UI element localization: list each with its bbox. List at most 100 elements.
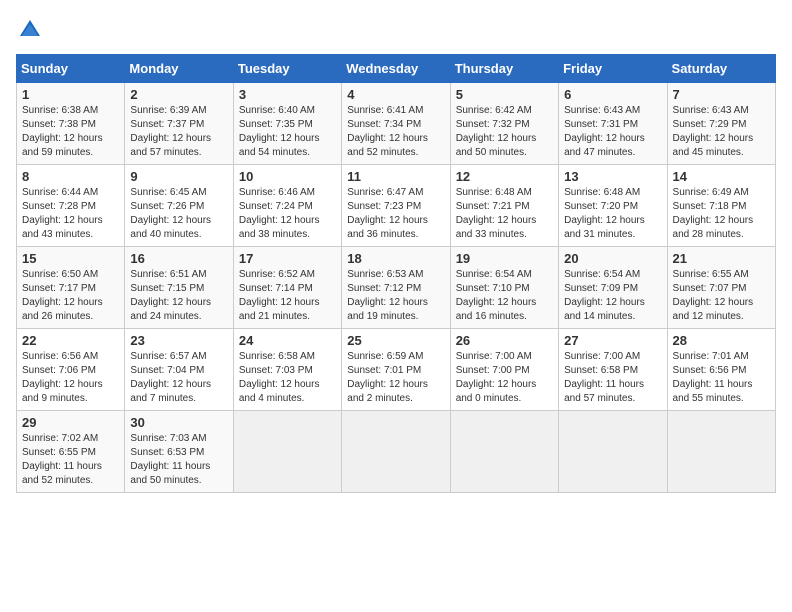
day-number: 12 — [456, 169, 553, 184]
day-number: 7 — [673, 87, 770, 102]
calendar-table: SundayMondayTuesdayWednesdayThursdayFrid… — [16, 54, 776, 493]
day-detail: Sunrise: 6:41 AMSunset: 7:34 PMDaylight:… — [347, 104, 444, 160]
day-detail: Sunrise: 6:55 AMSunset: 7:07 PMDaylight:… — [673, 268, 770, 324]
calendar-cell: 20 Sunrise: 6:54 AMSunset: 7:09 PMDayligh… — [559, 247, 667, 329]
header-day-tuesday: Tuesday — [233, 55, 341, 83]
day-number: 9 — [130, 169, 227, 184]
calendar-cell: 3 Sunrise: 6:40 AMSunset: 7:35 PMDaylight… — [233, 83, 341, 165]
day-number: 5 — [456, 87, 553, 102]
calendar-cell: 8Sunrise: 6:44 AMSunset: 7:28 PMDaylight… — [17, 165, 125, 247]
header-day-wednesday: Wednesday — [342, 55, 450, 83]
day-detail: Sunrise: 6:45 AMSunset: 7:26 PMDaylight:… — [130, 186, 227, 242]
page-header — [16, 16, 776, 44]
day-number: 20 — [564, 251, 661, 266]
day-detail: Sunrise: 7:01 AMSunset: 6:56 PMDaylight:… — [673, 350, 770, 406]
day-detail: Sunrise: 6:47 AMSunset: 7:23 PMDaylight:… — [347, 186, 444, 242]
calendar-cell: 1 Sunrise: 6:38 AMSunset: 7:38 PMDaylight… — [17, 83, 125, 165]
calendar-cell: 23Sunrise: 6:57 AMSunset: 7:04 PMDayligh… — [125, 329, 233, 411]
day-detail: Sunrise: 6:40 AMSunset: 7:35 PMDaylight:… — [239, 104, 336, 160]
calendar-cell: 25 Sunrise: 6:59 AMSunset: 7:01 PMDayligh… — [342, 329, 450, 411]
day-detail: Sunrise: 6:59 AMSunset: 7:01 PMDaylight:… — [347, 350, 444, 406]
day-number: 17 — [239, 251, 336, 266]
calendar-cell: 12 Sunrise: 6:48 AMSunset: 7:21 PMDayligh… — [450, 165, 558, 247]
calendar-cell: 16 Sunrise: 6:51 AMSunset: 7:15 PMDayligh… — [125, 247, 233, 329]
day-number: 27 — [564, 333, 661, 348]
day-number: 24 — [239, 333, 336, 348]
day-detail: Sunrise: 7:03 AMSunset: 6:53 PMDaylight:… — [130, 432, 227, 488]
day-detail: Sunrise: 6:43 AMSunset: 7:31 PMDaylight:… — [564, 104, 661, 160]
calendar-cell: 7 Sunrise: 6:43 AMSunset: 7:29 PMDaylight… — [667, 83, 775, 165]
calendar-cell: 13Sunrise: 6:48 AMSunset: 7:20 PMDayligh… — [559, 165, 667, 247]
calendar-cell — [450, 411, 558, 493]
day-number: 10 — [239, 169, 336, 184]
header-day-saturday: Saturday — [667, 55, 775, 83]
calendar-cell: 4 Sunrise: 6:41 AMSunset: 7:34 PMDaylight… — [342, 83, 450, 165]
day-number: 30 — [130, 415, 227, 430]
calendar-cell — [342, 411, 450, 493]
calendar-cell: 26 Sunrise: 7:00 AMSunset: 7:00 PMDayligh… — [450, 329, 558, 411]
day-number: 4 — [347, 87, 444, 102]
day-detail: Sunrise: 6:57 AMSunset: 7:04 PMDaylight:… — [130, 350, 227, 406]
week-row-2: 8Sunrise: 6:44 AMSunset: 7:28 PMDaylight… — [17, 165, 776, 247]
logo — [16, 16, 48, 44]
day-detail: Sunrise: 6:54 AMSunset: 7:09 PMDaylight:… — [564, 268, 661, 324]
day-detail: Sunrise: 6:43 AMSunset: 7:29 PMDaylight:… — [673, 104, 770, 160]
header-day-sunday: Sunday — [17, 55, 125, 83]
calendar-cell: 27 Sunrise: 7:00 AMSunset: 6:58 PMDayligh… — [559, 329, 667, 411]
calendar-cell: 18Sunrise: 6:53 AMSunset: 7:12 PMDayligh… — [342, 247, 450, 329]
day-number: 3 — [239, 87, 336, 102]
day-detail: Sunrise: 6:56 AMSunset: 7:06 PMDaylight:… — [22, 350, 119, 406]
day-detail: Sunrise: 6:58 AMSunset: 7:03 PMDaylight:… — [239, 350, 336, 406]
day-number: 28 — [673, 333, 770, 348]
calendar-cell: 6 Sunrise: 6:43 AMSunset: 7:31 PMDaylight… — [559, 83, 667, 165]
day-detail: Sunrise: 6:39 AMSunset: 7:37 PMDaylight:… — [130, 104, 227, 160]
logo-icon — [16, 16, 44, 44]
day-detail: Sunrise: 6:51 AMSunset: 7:15 PMDaylight:… — [130, 268, 227, 324]
day-detail: Sunrise: 7:00 AMSunset: 7:00 PMDaylight:… — [456, 350, 553, 406]
day-number: 26 — [456, 333, 553, 348]
calendar-cell: 24 Sunrise: 6:58 AMSunset: 7:03 PMDayligh… — [233, 329, 341, 411]
calendar-cell: 10 Sunrise: 6:46 AMSunset: 7:24 PMDayligh… — [233, 165, 341, 247]
day-detail: Sunrise: 6:48 AMSunset: 7:20 PMDaylight:… — [564, 186, 661, 242]
week-row-4: 22 Sunrise: 6:56 AMSunset: 7:06 PMDayligh… — [17, 329, 776, 411]
day-detail: Sunrise: 6:53 AMSunset: 7:12 PMDaylight:… — [347, 268, 444, 324]
header-day-friday: Friday — [559, 55, 667, 83]
header-day-thursday: Thursday — [450, 55, 558, 83]
calendar-cell: 15 Sunrise: 6:50 AMSunset: 7:17 PMDayligh… — [17, 247, 125, 329]
calendar-cell: 17 Sunrise: 6:52 AMSunset: 7:14 PMDayligh… — [233, 247, 341, 329]
calendar-cell: 30 Sunrise: 7:03 AMSunset: 6:53 PMDayligh… — [125, 411, 233, 493]
calendar-cell — [667, 411, 775, 493]
day-detail: Sunrise: 6:46 AMSunset: 7:24 PMDaylight:… — [239, 186, 336, 242]
calendar-cell — [559, 411, 667, 493]
calendar-cell — [233, 411, 341, 493]
day-detail: Sunrise: 7:00 AMSunset: 6:58 PMDaylight:… — [564, 350, 661, 406]
calendar-cell: 22 Sunrise: 6:56 AMSunset: 7:06 PMDayligh… — [17, 329, 125, 411]
header-row: SundayMondayTuesdayWednesdayThursdayFrid… — [17, 55, 776, 83]
day-number: 22 — [22, 333, 119, 348]
week-row-3: 15 Sunrise: 6:50 AMSunset: 7:17 PMDayligh… — [17, 247, 776, 329]
day-number: 16 — [130, 251, 227, 266]
week-row-5: 29 Sunrise: 7:02 AMSunset: 6:55 PMDayligh… — [17, 411, 776, 493]
day-detail: Sunrise: 6:52 AMSunset: 7:14 PMDaylight:… — [239, 268, 336, 324]
day-number: 6 — [564, 87, 661, 102]
day-number: 14 — [673, 169, 770, 184]
day-number: 1 — [22, 87, 119, 102]
day-number: 11 — [347, 169, 444, 184]
day-number: 29 — [22, 415, 119, 430]
day-detail: Sunrise: 6:50 AMSunset: 7:17 PMDaylight:… — [22, 268, 119, 324]
day-detail: Sunrise: 6:42 AMSunset: 7:32 PMDaylight:… — [456, 104, 553, 160]
day-detail: Sunrise: 6:38 AMSunset: 7:38 PMDaylight:… — [22, 104, 119, 160]
calendar-cell: 28 Sunrise: 7:01 AMSunset: 6:56 PMDayligh… — [667, 329, 775, 411]
day-detail: Sunrise: 7:02 AMSunset: 6:55 PMDaylight:… — [22, 432, 119, 488]
day-number: 25 — [347, 333, 444, 348]
day-number: 2 — [130, 87, 227, 102]
day-detail: Sunrise: 6:54 AMSunset: 7:10 PMDaylight:… — [456, 268, 553, 324]
calendar-cell: 5 Sunrise: 6:42 AMSunset: 7:32 PMDaylight… — [450, 83, 558, 165]
calendar-cell: 9 Sunrise: 6:45 AMSunset: 7:26 PMDaylight… — [125, 165, 233, 247]
day-detail: Sunrise: 6:48 AMSunset: 7:21 PMDaylight:… — [456, 186, 553, 242]
day-number: 21 — [673, 251, 770, 266]
week-row-1: 1 Sunrise: 6:38 AMSunset: 7:38 PMDaylight… — [17, 83, 776, 165]
calendar-cell: 29 Sunrise: 7:02 AMSunset: 6:55 PMDayligh… — [17, 411, 125, 493]
calendar-cell: 11 Sunrise: 6:47 AMSunset: 7:23 PMDayligh… — [342, 165, 450, 247]
day-number: 15 — [22, 251, 119, 266]
